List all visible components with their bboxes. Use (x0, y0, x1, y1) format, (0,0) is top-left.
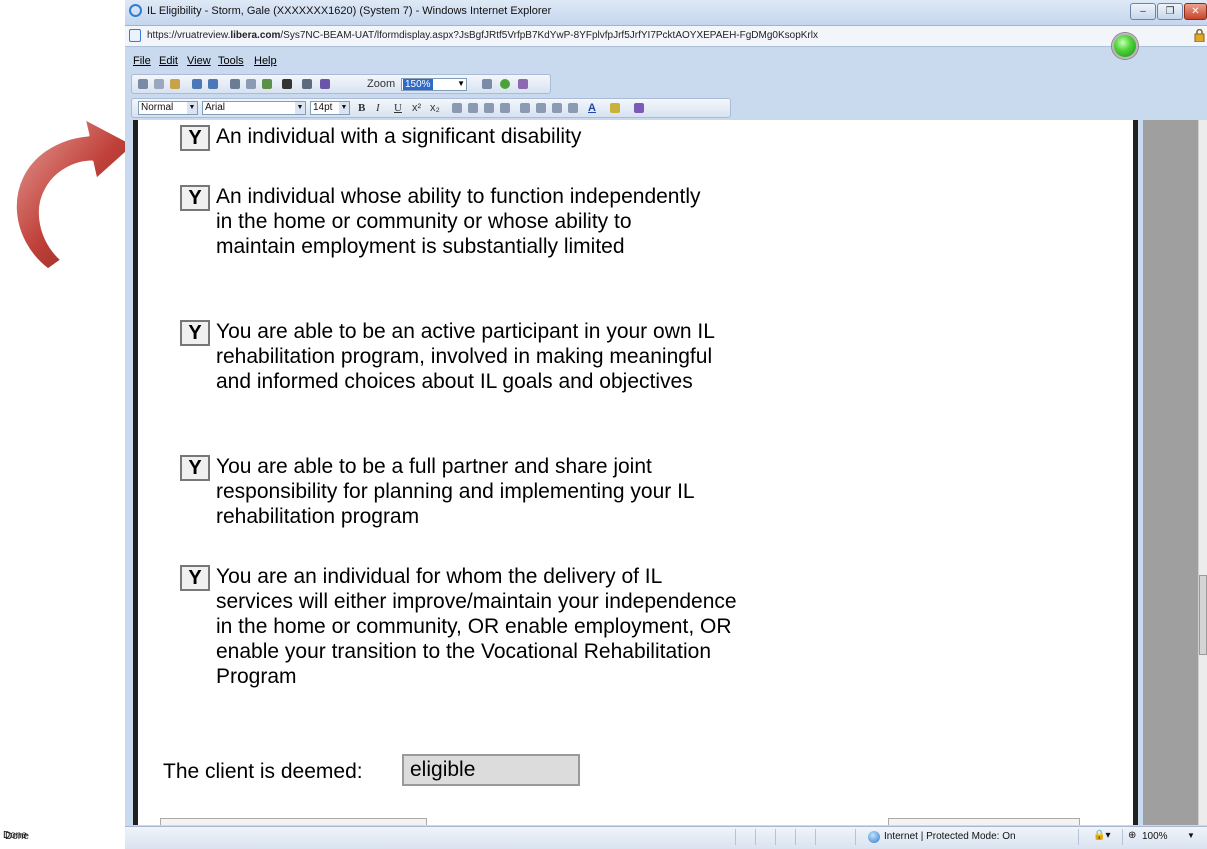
deemed-label: The client is deemed: (163, 760, 363, 783)
size-select[interactable]: 14pt ▼ (310, 101, 350, 115)
justify-icon[interactable] (500, 103, 510, 113)
align-right-icon[interactable] (484, 103, 494, 113)
status-zoom[interactable]: 100% (1142, 831, 1168, 842)
print-icon[interactable] (230, 79, 240, 89)
bold-button[interactable]: B (358, 102, 365, 114)
paste-icon[interactable] (170, 79, 180, 89)
zoom-value: 150% (403, 79, 433, 90)
superscript-button[interactable]: x² (412, 102, 421, 114)
style-select[interactable]: Normal ▼ (138, 101, 198, 115)
zoom-icon: ⊕ (1128, 830, 1137, 841)
indent-icon[interactable] (568, 103, 578, 113)
criterion-text: An individual with a significant disabil… (216, 125, 582, 148)
criterion-mark[interactable]: Y (180, 185, 210, 211)
criterion-mark[interactable]: Y (180, 125, 210, 151)
url-prefix: https://vruatreview. (147, 30, 231, 41)
underline-button[interactable]: U (394, 102, 402, 114)
security-zone[interactable]: Internet | Protected Mode: On (884, 831, 1016, 842)
chevron-down-icon: ▼ (187, 102, 197, 114)
status-done: Done (3, 830, 27, 841)
link-icon[interactable] (634, 103, 644, 113)
undo-icon[interactable] (192, 79, 202, 89)
url-domain: libera.com (230, 30, 281, 41)
align-left-icon[interactable] (452, 103, 462, 113)
format-toolbar: Normal ▼ Arial ▼ 14pt ▼ B I U x² x₂ A (131, 98, 731, 118)
highlight-icon[interactable] (610, 103, 620, 113)
font-select[interactable]: Arial ▼ (202, 101, 306, 115)
italic-button[interactable]: I (376, 102, 380, 114)
bottom-button-left[interactable] (160, 818, 427, 825)
chevron-down-icon: ▼ (339, 102, 349, 114)
copy-icon[interactable] (154, 79, 164, 89)
ie-logo-icon (129, 4, 142, 17)
redo-icon[interactable] (208, 79, 218, 89)
bottom-button-right[interactable] (888, 818, 1080, 825)
criterion-text: You are an individual for whom the deliv… (216, 565, 737, 688)
criterion-text: You are able to be an active participant… (216, 320, 715, 393)
curved-arrow-icon (13, 116, 137, 272)
chevron-down-icon[interactable]: ▼ (1187, 831, 1195, 840)
find-icon[interactable] (302, 79, 312, 89)
size-value: 14pt (313, 102, 333, 113)
criterion-text: You are able to be a full partner and sh… (216, 455, 694, 528)
maximize-button[interactable]: ❐ (1157, 3, 1183, 20)
title-bar: IL Eligibility - Storm, Gale (XXXXXXX162… (125, 0, 1207, 26)
form-content: Y An individual with a significant disab… (133, 120, 1138, 825)
style-value: Normal (141, 102, 174, 113)
minimize-button[interactable]: – (1130, 3, 1156, 20)
zoom-label: Zoom (367, 78, 396, 90)
menu-bar: File Edit View Tools Help (125, 52, 1207, 70)
cut-icon[interactable] (138, 79, 148, 89)
criterion-text: An individual whose ability to function … (216, 185, 701, 258)
spell-tool-icon[interactable] (518, 79, 528, 89)
bullet-list-icon[interactable] (536, 103, 546, 113)
zoom-select[interactable]: 150% ▼ (401, 78, 467, 91)
camera-icon[interactable] (282, 79, 292, 89)
menu-tools[interactable]: Tools (218, 55, 244, 67)
print-preview-icon[interactable] (246, 79, 256, 89)
vertical-scrollbar[interactable] (1198, 120, 1207, 825)
close-button[interactable]: ✕ (1184, 3, 1207, 20)
align-center-icon[interactable] (468, 103, 478, 113)
chevron-down-icon: ▼ (295, 102, 305, 114)
subscript-button[interactable]: x₂ (430, 102, 440, 114)
criterion-mark[interactable]: Y (180, 320, 210, 346)
url-path: /Sys7NC-BEAM-UAT/lformdisplay.aspx?JsBgf… (280, 30, 818, 41)
deemed-field[interactable]: eligible (402, 754, 580, 786)
editing-toolbar: Zoom 150% ▼ (131, 74, 551, 94)
clock-icon[interactable] (500, 79, 510, 89)
address-bar[interactable]: https://vruatreview.libera.com/Sys7NC-BE… (125, 26, 1207, 47)
page-icon (129, 29, 141, 42)
save-icon[interactable] (262, 79, 272, 89)
outdent-icon[interactable] (552, 103, 562, 113)
menu-edit[interactable]: Edit (159, 55, 178, 67)
browser-window: IL Eligibility - Storm, Gale (XXXXXXX162… (5, 0, 1207, 849)
chevron-down-icon: ▼ (457, 79, 465, 88)
window-title: IL Eligibility - Storm, Gale (XXXXXXX162… (147, 5, 552, 17)
numbered-list-icon[interactable] (520, 103, 530, 113)
scroll-thumb[interactable] (1199, 575, 1207, 655)
lock-icon[interactable] (1194, 29, 1205, 42)
status-bar: Done Internet | Protected Mode: On 🔒▾ ⊕ … (5, 826, 1207, 849)
spellcheck-icon[interactable] (320, 79, 330, 89)
menu-help[interactable]: Help (254, 55, 277, 67)
menu-view[interactable]: View (187, 55, 211, 67)
form-icon[interactable] (482, 79, 492, 89)
font-color-button[interactable]: A (588, 102, 596, 114)
page-margin (1143, 120, 1198, 825)
font-value: Arial (205, 102, 226, 113)
criterion-mark[interactable]: Y (180, 455, 210, 481)
address-url[interactable]: https://vruatreview.libera.com/Sys7NC-BE… (147, 30, 818, 41)
menu-file[interactable]: File (133, 55, 151, 67)
protected-mode-icon[interactable]: 🔒▾ (1093, 830, 1110, 841)
globe-icon (868, 831, 880, 843)
criterion-mark[interactable]: Y (180, 565, 210, 591)
